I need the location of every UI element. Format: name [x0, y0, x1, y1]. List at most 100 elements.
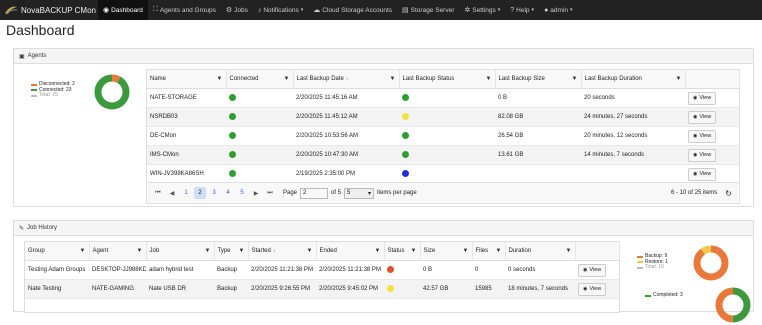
- last-page-icon[interactable]: ⏭: [264, 187, 276, 199]
- filter-icon[interactable]: ▼: [239, 248, 245, 254]
- sort-down-icon[interactable]: ↓: [273, 248, 276, 254]
- column-header-started[interactable]: Started ↓ ▼: [248, 242, 317, 261]
- filter-icon[interactable]: ▼: [496, 248, 502, 254]
- connected-cell: [226, 126, 293, 146]
- column-header-ended[interactable]: Ended ▼: [316, 242, 385, 261]
- page-link[interactable]: 2: [194, 187, 206, 199]
- eye-icon: ◉: [693, 114, 698, 120]
- table-row[interactable]: IMS-CMon 2/20/2025 10:47:30 AM 13.61 GB 14 …: [147, 145, 739, 165]
- cloud-icon: ☁: [313, 7, 321, 14]
- table-row[interactable]: Nate Testing NATE-GAMING Nate USB DR Backup…: [25, 279, 619, 299]
- column-header-wrap: Connected ▼: [230, 76, 290, 82]
- last-backup-date: 2/20/2025 11:45:12 AM: [293, 107, 399, 127]
- view-button[interactable]: ◉ View: [578, 263, 607, 277]
- view-button[interactable]: ◉ View: [688, 129, 717, 143]
- filter-icon[interactable]: ▼: [411, 248, 417, 254]
- filter-icon[interactable]: ▼: [486, 76, 492, 82]
- agents-donut-chart: [94, 74, 130, 110]
- view-button[interactable]: ◉ View: [688, 167, 717, 181]
- column-header-wrap: Job ▼: [150, 248, 211, 254]
- page-link[interactable]: 5: [236, 187, 248, 199]
- page-number-input[interactable]: 2: [300, 187, 329, 199]
- pager-summary: 6 - 10 of 25 items: [670, 190, 718, 196]
- backup-status-dot: [402, 93, 409, 101]
- table-row[interactable]: WIN-JV398KA86SH 2/19/2025 2:35:00 PM ◉ View: [147, 164, 739, 184]
- column-header-group[interactable]: Group ▼: [25, 242, 90, 261]
- question-icon: ?: [510, 6, 515, 14]
- column-header-last-backup-size[interactable]: Last Backup Size ▼: [495, 70, 582, 89]
- view-button[interactable]: ◉ View: [688, 110, 717, 124]
- column-header-last-backup-date[interactable]: Last Backup Date ↓ ▼: [293, 70, 400, 89]
- view-label: View: [699, 95, 712, 101]
- column-header-last-backup-duration[interactable]: Last Backup Duration ▼: [581, 70, 686, 89]
- view-button[interactable]: ◉ View: [688, 91, 717, 105]
- nav-admin[interactable]: ● admin ▾: [539, 0, 577, 20]
- nav-cloud-storage-accounts[interactable]: ☁ Cloud Storage Accounts: [308, 0, 397, 20]
- actions-cell: ◉ View: [685, 145, 739, 165]
- sort-down-icon[interactable]: ↓: [346, 76, 349, 82]
- nav-help[interactable]: ? Help ▾: [505, 0, 539, 20]
- backup-status-dot: [402, 169, 409, 177]
- filter-icon[interactable]: ▼: [217, 76, 223, 82]
- nav-settings[interactable]: ✲ Settings ▾: [459, 0, 505, 20]
- connected-status-dot: [229, 131, 236, 139]
- filter-icon[interactable]: ▼: [284, 76, 290, 82]
- view-button[interactable]: ◉ View: [578, 282, 607, 296]
- column-header-files[interactable]: Files ▼: [472, 242, 506, 261]
- nav-jobs[interactable]: ⚙ Jobs: [221, 0, 253, 20]
- table-row[interactable]: DE-CMon 2/20/2025 10:53:56 AM 26.54 GB 20 m…: [147, 126, 739, 146]
- filter-icon[interactable]: ▼: [676, 76, 682, 82]
- page-link[interactable]: 3: [208, 187, 220, 199]
- agent-name: IMS-CMon: [147, 145, 226, 165]
- next-page-icon[interactable]: ▶: [250, 187, 262, 199]
- column-header-agent[interactable]: Agent ▼: [89, 242, 147, 261]
- nav-label: Storage Server: [410, 6, 455, 14]
- filter-icon[interactable]: ▼: [566, 248, 572, 254]
- column-header-wrap: Duration ▼: [509, 248, 572, 254]
- column-header-type[interactable]: Type ▼: [214, 242, 249, 261]
- column-header-connected[interactable]: Connected ▼: [226, 70, 294, 89]
- filter-icon[interactable]: ▼: [463, 248, 469, 254]
- dashboard-icon: ◉: [103, 7, 110, 14]
- nav-dashboard[interactable]: ◉ Dashboard: [98, 0, 148, 20]
- column-label: Last Backup Date ↓: [297, 76, 349, 82]
- filter-icon[interactable]: ▼: [137, 248, 143, 254]
- filter-icon[interactable]: ▼: [390, 76, 396, 82]
- refresh-icon[interactable]: ↻: [725, 189, 732, 198]
- last-backup-size: 13.61 GB: [495, 145, 581, 165]
- job-group: Testing Adam Groups: [25, 260, 89, 280]
- eye-icon: ◉: [693, 95, 698, 101]
- prev-page-icon[interactable]: ◀: [166, 187, 178, 199]
- page-link[interactable]: 1: [180, 187, 192, 199]
- per-page-select[interactable]: 5 ▾: [344, 187, 375, 199]
- column-header-actions: [575, 242, 620, 261]
- filter-icon[interactable]: ▼: [572, 76, 578, 82]
- view-button[interactable]: ◉ View: [688, 148, 717, 162]
- table-row[interactable]: NATE-STORAGE 2/20/2025 11:45:16 AM 0 B 20 s…: [147, 88, 739, 108]
- table-row[interactable]: NSRDB03 2/20/2025 11:45:12 AM 82.08 GB 24 m…: [147, 107, 739, 127]
- column-header-duration[interactable]: Duration ▼: [505, 242, 576, 261]
- page-link[interactable]: 4: [222, 187, 234, 199]
- view-label: View: [699, 114, 712, 120]
- column-text: Last Backup Date: [296, 76, 344, 82]
- job-type-donut-chart: [693, 245, 729, 281]
- nav-notifications[interactable]: ♪ Notifications ▾: [253, 0, 308, 20]
- status-cell: [399, 88, 495, 108]
- filter-icon[interactable]: ▼: [80, 248, 86, 254]
- column-header-job[interactable]: Job ▼: [146, 242, 215, 261]
- filter-icon[interactable]: ▼: [205, 248, 211, 254]
- filter-icon[interactable]: ▼: [307, 248, 313, 254]
- column-header-name[interactable]: Name ▼: [147, 70, 227, 89]
- eye-icon: ◉: [693, 152, 698, 158]
- filter-icon[interactable]: ▼: [375, 248, 381, 254]
- column-header-last-backup-status[interactable]: Last Backup Status ▼: [399, 70, 496, 89]
- nav-agents-and-groups[interactable]: ⛶ Agents and Groups: [148, 0, 221, 20]
- table-row[interactable]: Testing Adam Groups DESKTOP-JJ988KD adam h…: [25, 260, 619, 280]
- first-page-icon[interactable]: ⏮: [152, 187, 164, 199]
- brand[interactable]: NovaBACKUP CMon: [0, 5, 98, 15]
- nav-storage-server[interactable]: ▤ Storage Server: [397, 0, 459, 20]
- column-header-status[interactable]: Status ▼: [384, 242, 421, 261]
- column-header-size[interactable]: Size ▼: [420, 242, 473, 261]
- legend-item: Completed: 3: [645, 292, 683, 299]
- last-backup-size: 0 B: [495, 88, 581, 108]
